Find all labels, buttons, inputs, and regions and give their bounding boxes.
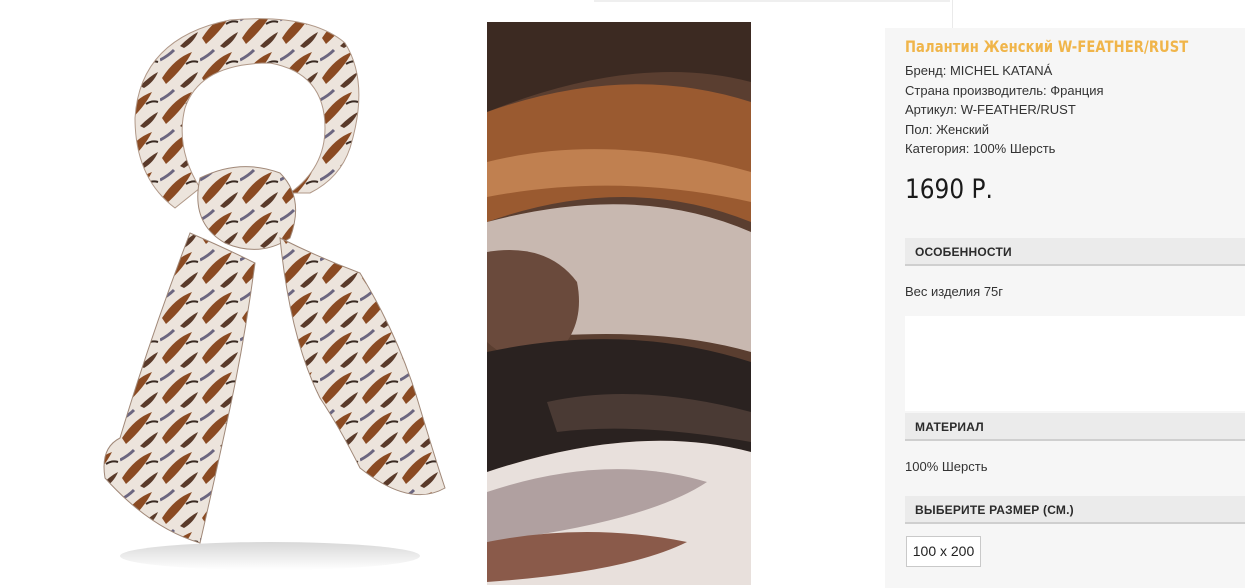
product-country: Страна производитель: Франция — [905, 82, 1104, 98]
product-category: Категория: 100% Шерсть — [905, 141, 1056, 156]
scarf-illustration — [103, 18, 446, 570]
product-brand: Бренд: MICHEL KATANÁ — [905, 63, 1053, 78]
product-article: Артикул: W-FEATHER/RUST — [905, 102, 1076, 117]
product-main-image[interactable] — [40, 8, 470, 578]
product-info-panel: Палантин Женский W-FEATHER/RUST Бренд: M… — [885, 28, 1245, 588]
fabric-closeup — [487, 22, 751, 585]
material-heading: МАТЕРИАЛ — [905, 413, 1245, 441]
product-title: Палантин Женский W-FEATHER/RUST — [905, 37, 1189, 56]
product-price: 1690 Р. — [905, 174, 993, 205]
vertical-divider — [952, 0, 953, 28]
material-text: 100% Шерсть — [905, 459, 988, 474]
features-blank-area — [905, 316, 1245, 411]
size-heading: ВЫБЕРИТЕ РАЗМЕР (СМ.) — [905, 496, 1245, 524]
product-gender: Пол: Женский — [905, 121, 990, 137]
features-heading: ОСОБЕННОСТИ — [905, 238, 1245, 266]
features-text: Вес изделия 75г — [905, 284, 1004, 299]
top-divider — [594, 0, 950, 2]
product-meta: Бренд: MICHEL KATANÁ Страна производител… — [905, 61, 1104, 159]
product-zoom-image[interactable] — [487, 22, 751, 585]
size-option-button[interactable]: 100 x 200 — [906, 536, 981, 567]
